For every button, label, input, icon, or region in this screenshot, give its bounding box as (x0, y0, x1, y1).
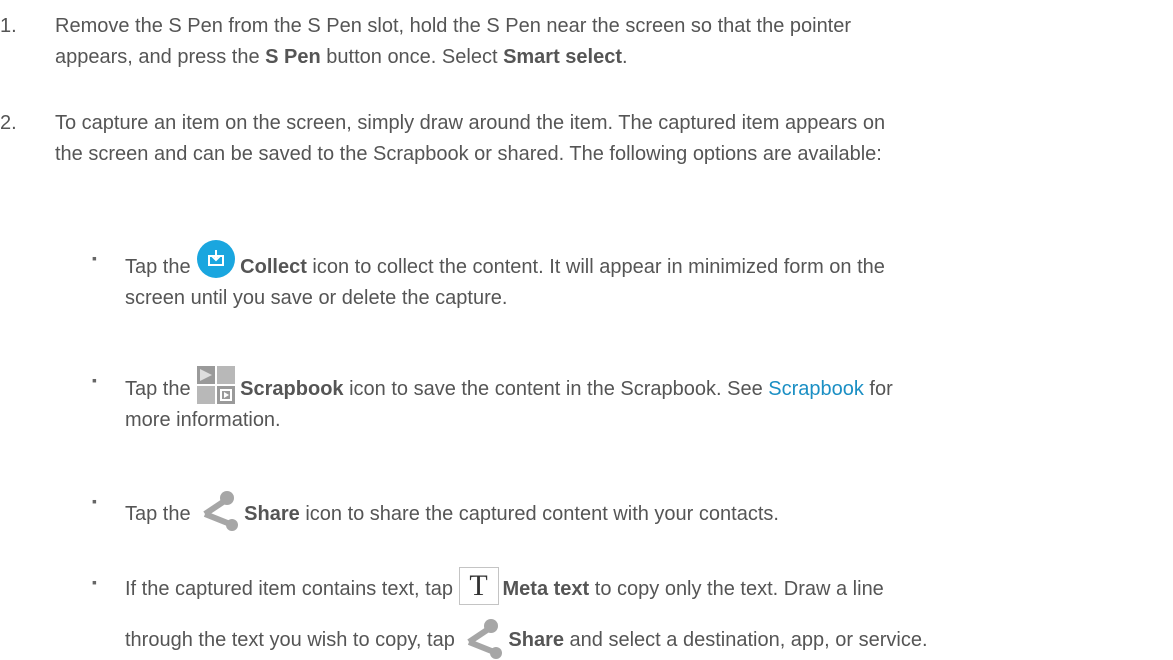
meta-text-glyph: T (469, 569, 488, 602)
collect-label: Collect (240, 256, 307, 278)
bullet-line: more information. (125, 409, 281, 431)
step-line: the screen and can be saved to the Scrap… (55, 143, 882, 165)
scrapbook-label: Scrapbook (240, 378, 344, 400)
bullet-marker: ▪ (92, 574, 97, 590)
share-icon (460, 616, 504, 660)
bullet-text-segment: through the text you wish to copy, tap (125, 629, 461, 651)
bullet-marker: ▪ (92, 372, 97, 388)
step-text-segment: appears, and press the (55, 46, 266, 68)
step-text: Remove the S Pen from the S Pen slot, ho… (55, 11, 1170, 73)
bullet-text: Tap the Share icon to share the captured… (125, 486, 1167, 532)
bullet-text-segment: and select a destination, app, or servic… (563, 629, 928, 651)
step-text-segment: . (622, 46, 628, 68)
bullet-text: If the captured item contains text, tap … (125, 567, 1167, 605)
meta-text-icon: T (458, 567, 499, 605)
bullet-text-segment: Tap the (125, 503, 197, 525)
bullet-line: through the text you wish to copy, tap S… (125, 612, 1170, 659)
meta-text-label: Meta text (502, 578, 590, 600)
bullet-text-segment: icon to collect the content. It will app… (306, 256, 885, 278)
bullet-line: If the captured item contains text, tap … (125, 567, 1167, 605)
bullet-text-segment: Tap the (125, 378, 197, 400)
bullet-text-segment: icon to save the content in the Scrapboo… (343, 378, 769, 400)
step-number: 1. (0, 15, 17, 37)
step-text: To capture an item on the screen, simply… (55, 108, 1170, 170)
bullet-share: ▪ Tap the Share icon to share the captur… (92, 486, 1167, 532)
bullet-line: screen until you save or delete the capt… (125, 287, 508, 309)
step-number: 2. (0, 112, 17, 134)
share-icon (196, 488, 240, 532)
step-text-segment: button once. Select (320, 46, 504, 68)
bullet-text-segment: If the captured item contains text, tap (125, 578, 459, 600)
scrapbook-link[interactable]: Scrapbook (768, 378, 864, 400)
step-1: 1. Remove the S Pen from the S Pen slot,… (0, 11, 1170, 73)
smart-select-label: Smart select (503, 46, 623, 68)
bullet-scrapbook: ▪ Tap the Scrapbook icon to save the con… (92, 365, 1167, 436)
bullet-text-segment: to copy only the text. Draw a line (589, 578, 884, 600)
step-line: appears, and press the S Pen button once… (55, 42, 1170, 73)
share-label: Share (244, 503, 300, 525)
bullet-text: Tap the Collect icon to collect the cont… (125, 240, 1167, 314)
bullet-meta-text: ▪ If the captured item contains text, ta… (92, 567, 1167, 605)
bullet-line: Tap the Share icon to share the captured… (125, 486, 1167, 532)
scrapbook-icon (196, 365, 237, 405)
bullet-collect: ▪ Tap the Collect icon to collect the co… (92, 240, 1167, 314)
bullet-text-segment: for (863, 378, 893, 400)
bullet-marker: ▪ (92, 250, 97, 266)
step-text-segment: Remove the S Pen from the S Pen slot, ho… (55, 15, 852, 37)
step-line: To capture an item on the screen, simply… (55, 112, 886, 134)
s-pen-label: S Pen (265, 46, 321, 68)
share-label: Share (508, 629, 564, 651)
bullet-marker: ▪ (92, 493, 97, 509)
bullet-line: Tap the Scrapbook icon to save the conte… (125, 365, 1167, 405)
bullet-line: Tap the Collect icon to collect the cont… (125, 240, 1167, 283)
bullet-text: Tap the Scrapbook icon to save the conte… (125, 365, 1167, 436)
step-line: Remove the S Pen from the S Pen slot, ho… (55, 11, 1170, 42)
collect-icon (196, 239, 236, 279)
step-2: 2. To capture an item on the screen, sim… (0, 108, 1170, 170)
bullet-text-segment: icon to share the captured content with … (299, 503, 779, 525)
bullet-text-segment: Tap the (125, 256, 197, 278)
